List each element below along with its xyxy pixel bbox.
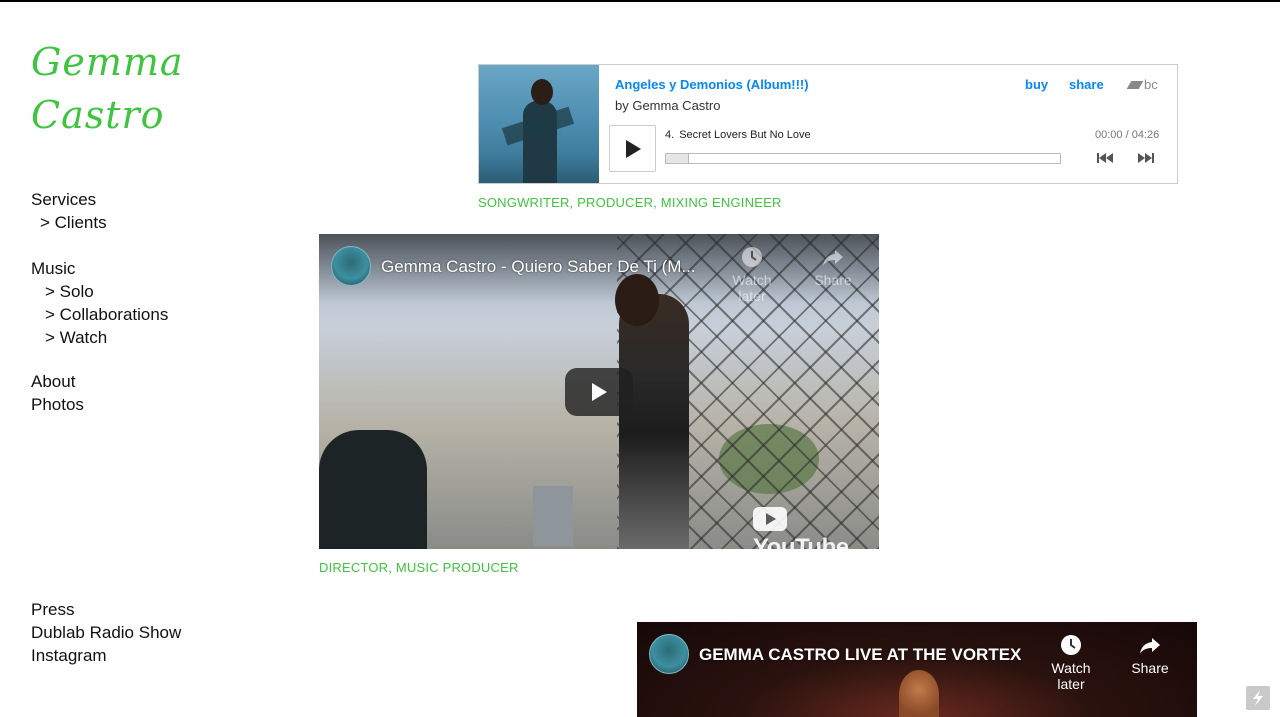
share-button[interactable]: Share <box>798 246 868 288</box>
nav-link-dublab[interactable]: Dublab Radio Show <box>31 621 181 644</box>
album-artist: by Gemma Castro <box>615 98 721 113</box>
buy-link[interactable]: buy <box>1025 77 1048 92</box>
nav-group-music: Music > Solo > Collaborations > Watch <box>31 257 168 349</box>
current-track: 4. Secret Lovers But No Love <box>665 129 811 141</box>
site-title[interactable]: Gemma Castro <box>31 36 184 142</box>
video-scene-singer <box>899 670 939 717</box>
play-icon <box>626 140 641 158</box>
nav-link-instagram[interactable]: Instagram <box>31 644 181 667</box>
album-art-head <box>531 79 553 105</box>
lightning-bolt-icon <box>1253 690 1263 706</box>
next-track-icon[interactable] <box>1137 152 1155 164</box>
youtube-embed-1[interactable]: Gemma Castro - Quiero Saber De Ti (M... … <box>319 234 879 549</box>
nav-group-about: About Photos <box>31 370 84 416</box>
nav-link-music[interactable]: Music <box>31 257 168 280</box>
previous-track-icon[interactable] <box>1096 152 1114 164</box>
share-label: Share <box>1131 660 1169 676</box>
play-icon <box>592 383 607 401</box>
watch-later-button[interactable]: Watch later <box>1036 634 1106 692</box>
watch-later-label: Watch later <box>732 272 772 304</box>
youtube-logo-icon <box>753 507 787 531</box>
nav-link-services[interactable]: Services <box>31 188 107 211</box>
bandcamp-player: Angeles y Demonios (Album!!!) by Gemma C… <box>478 64 1178 184</box>
track-time: 00:00 / 04:26 <box>1095 129 1160 141</box>
nav-group-press: Press Dublab Radio Show Instagram <box>31 598 181 667</box>
nav-link-press[interactable]: Press <box>31 598 181 621</box>
video-title[interactable]: GEMMA CASTRO LIVE AT THE VORTEX <box>699 645 1021 665</box>
bandcamp-logo-text: bc <box>1144 77 1158 92</box>
play-button[interactable] <box>609 125 656 172</box>
nav-group-services: Services > Clients <box>31 188 107 234</box>
site-title-line1: Gemma <box>31 40 184 84</box>
progress-thumb[interactable] <box>666 154 689 163</box>
share-label: Share <box>814 272 852 288</box>
channel-avatar[interactable] <box>649 634 689 674</box>
video-scene-person <box>619 294 689 549</box>
track-number: 4. <box>665 129 675 141</box>
share-arrow-icon <box>823 250 843 266</box>
progress-bar[interactable] <box>665 153 1061 164</box>
bandcamp-logo-icon <box>1126 81 1144 89</box>
nav-link-about[interactable]: About <box>31 370 84 393</box>
channel-avatar[interactable] <box>331 246 371 286</box>
watch-later-button[interactable]: Watch later <box>717 246 787 304</box>
quick-edit-button[interactable] <box>1246 686 1270 710</box>
video-play-button[interactable] <box>565 368 633 416</box>
share-link[interactable]: share <box>1069 77 1104 92</box>
watch-later-label: Watch later <box>1051 660 1091 692</box>
clock-icon <box>742 247 762 267</box>
clock-icon <box>1061 635 1081 655</box>
video-scene-tank <box>319 430 427 549</box>
share-arrow-icon <box>1140 638 1160 654</box>
album-art[interactable] <box>479 65 599 183</box>
video-scene-building <box>533 486 573 546</box>
video-title[interactable]: Gemma Castro - Quiero Saber De Ti (M... <box>381 257 696 277</box>
nav-link-clients[interactable]: > Clients <box>31 211 107 234</box>
nav-link-solo[interactable]: > Solo <box>31 280 168 303</box>
share-button[interactable]: Share <box>1115 634 1185 676</box>
nav-link-collaborations[interactable]: > Collaborations <box>31 303 168 326</box>
album-title-link[interactable]: Angeles y Demonios (Album!!!) <box>615 77 809 92</box>
bandcamp-logo[interactable]: bc <box>1126 77 1158 92</box>
caption-roles-2: DIRECTOR, MUSIC PRODUCER <box>319 560 519 575</box>
youtube-logo-text: YouTube <box>753 534 849 549</box>
youtube-embed-2[interactable]: GEMMA CASTRO LIVE AT THE VORTEX Watch la… <box>637 622 1197 717</box>
nav-link-photos[interactable]: Photos <box>31 393 84 416</box>
caption-roles-1: SONGWRITER, PRODUCER, MIXING ENGINEER <box>478 195 782 210</box>
video-scene-head <box>615 274 659 326</box>
site-title-line2: Castro <box>31 93 165 137</box>
youtube-logo[interactable]: YouTube <box>753 506 879 549</box>
nav-link-watch[interactable]: > Watch <box>31 326 168 349</box>
track-title: Secret Lovers But No Love <box>679 129 811 141</box>
